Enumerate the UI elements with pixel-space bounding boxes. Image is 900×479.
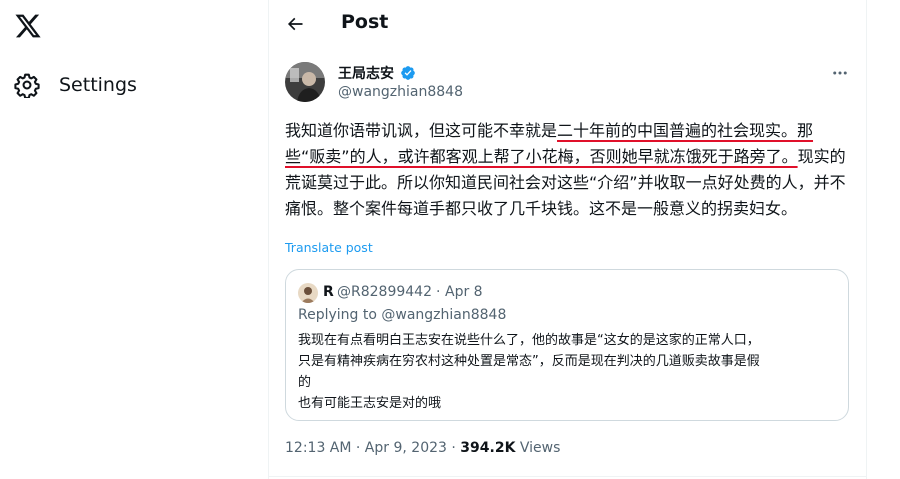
author-avatar[interactable] (285, 62, 325, 102)
author-handle[interactable]: @wangzhian8848 (338, 84, 463, 100)
translate-post-link[interactable]: Translate post (285, 240, 373, 255)
avatar-image (285, 62, 325, 102)
more-options-icon[interactable] (831, 64, 849, 82)
quote-avatar-image (298, 283, 318, 303)
quote-text: 我现在有点看明白王志安在说些什么了，他的故事是“这女的是这家的正常人口， 只是有… (298, 330, 838, 414)
quote-text-line: 也有可能王志安是对的哦 (298, 396, 442, 411)
gear-icon (14, 73, 40, 98)
views-count: 394.2K (460, 440, 516, 456)
post-text-segment: 我知道你语带讥讽，但这可能不幸就是 (285, 121, 558, 140)
left-navigation: Settings (0, 0, 268, 479)
back-arrow-icon[interactable] (285, 14, 305, 34)
quoted-post[interactable]: R @R82899442 · Apr 8 Replying to @wangzh… (285, 269, 849, 421)
quote-separator: · (436, 284, 441, 300)
quote-text-line: 我现在有点看明白王志安在说些什么了，他的故事是“这女的是这家的正常人口， (298, 333, 760, 348)
post-meta: 12:13 AM · Apr 9, 2023 · 394.2K Views (285, 440, 560, 456)
quote-author-handle: @R82899442 (337, 284, 432, 300)
post-column: Post 王局志安 @wangzhian8848 我知道你语带讥讽，但这可能不幸… (269, 0, 866, 479)
quote-text-line: 的 (298, 375, 312, 390)
divider (269, 476, 866, 477)
verified-badge-icon (401, 66, 415, 80)
views-label: Views (519, 440, 561, 456)
x-logo-icon[interactable] (14, 12, 42, 40)
post-header: Post (269, 0, 866, 50)
quote-text-line: 只是有精神疾病在穷农村这种处置是常态”，反而是现在判决的几道贩卖故事是假 (298, 354, 760, 369)
meta-separator: · (446, 440, 461, 456)
settings-label: Settings (59, 74, 137, 96)
post-text: 我知道你语带讥讽，但这可能不幸就是二十年前的中国普遍的社会现实。那些“贩卖”的人… (285, 118, 853, 222)
post-timestamp[interactable]: 12:13 AM · Apr 9, 2023 (285, 440, 447, 456)
author-name[interactable]: 王局志安 (338, 63, 394, 83)
page-title: Post (341, 11, 389, 33)
quote-date: Apr 8 (445, 284, 483, 300)
quote-author-name: R (323, 284, 334, 300)
quote-replying-to: Replying to @wangzhian8848 (298, 307, 507, 323)
nav-item-settings[interactable]: Settings (14, 68, 137, 102)
column-divider-right (866, 0, 867, 479)
quote-author-avatar (298, 283, 318, 303)
